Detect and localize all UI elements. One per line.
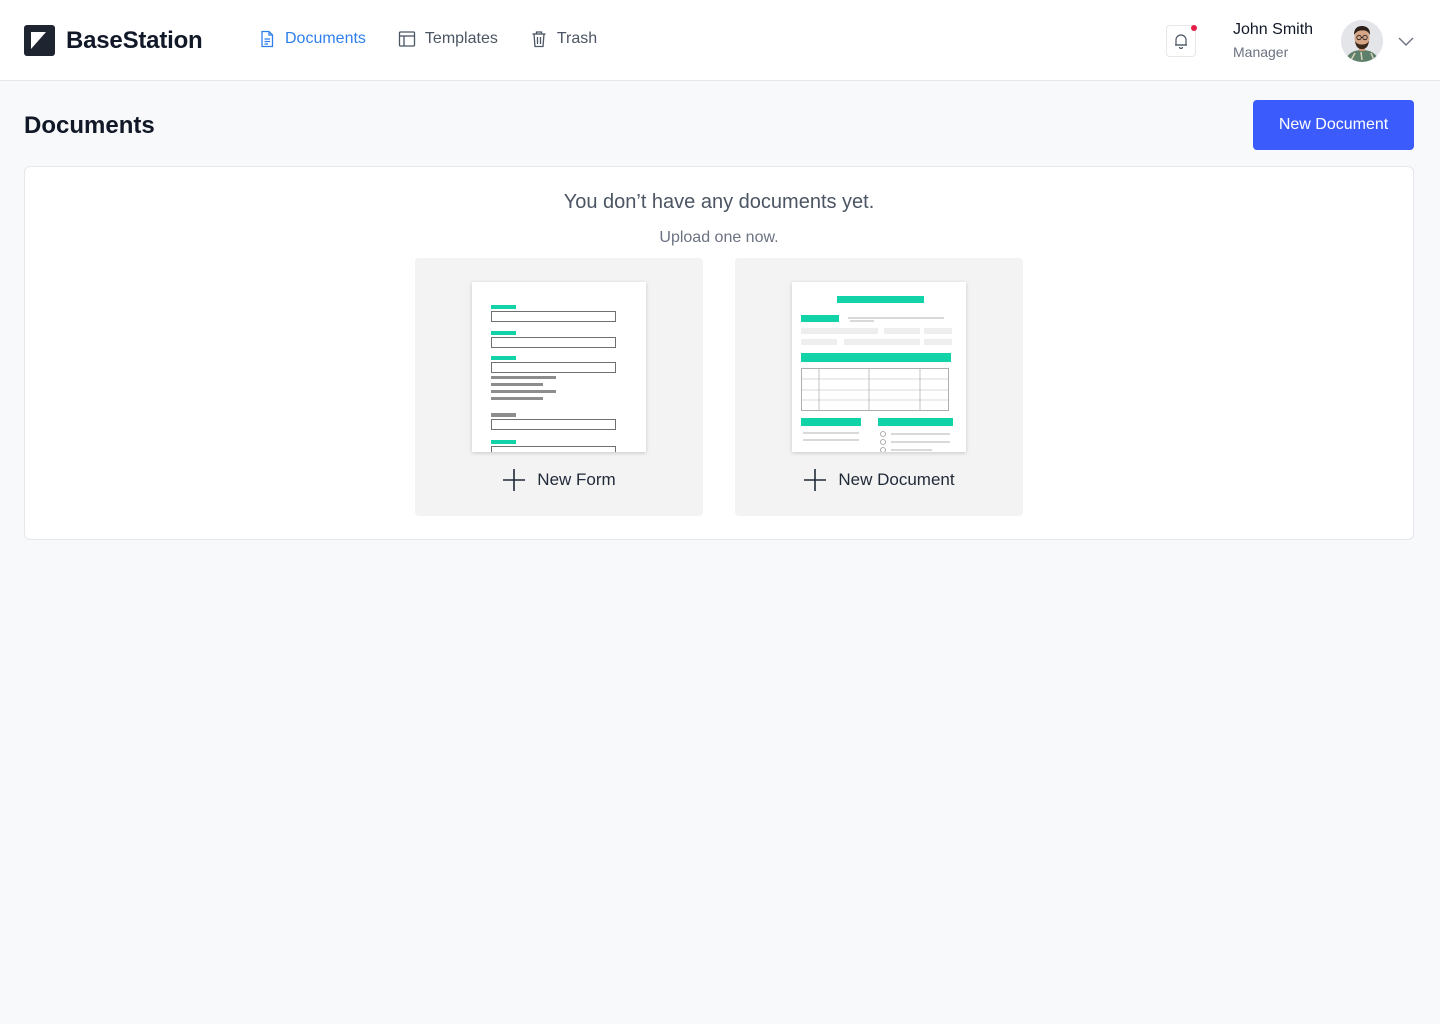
nav-item-documents[interactable]: Documents — [258, 30, 366, 48]
bell-icon — [1175, 34, 1187, 49]
documents-panel: You don’t have any documents yet. Upload… — [24, 166, 1414, 540]
nav-item-label: Templates — [424, 30, 498, 47]
new-form-action[interactable]: New Form — [415, 468, 703, 492]
user-name: John Smith — [1233, 21, 1314, 38]
document-illustration — [801, 296, 953, 452]
user-avatar-icon — [1341, 20, 1383, 62]
nav-item-templates[interactable]: Templates — [398, 30, 498, 48]
plus-icon — [804, 469, 827, 491]
logo-icon — [24, 25, 55, 56]
page-title: Documents — [24, 112, 155, 139]
card-label: New Form — [537, 470, 616, 489]
notifications-button[interactable] — [1166, 25, 1197, 57]
empty-state-title: You don’t have any documents yet. — [563, 191, 875, 213]
empty-state-subtitle: Upload one now. — [659, 229, 779, 246]
new-form-card[interactable]: New Form — [415, 258, 703, 516]
nav-item-label: Documents — [285, 30, 366, 47]
nav-item-label: Trash — [556, 30, 598, 47]
card-label: New Document — [838, 470, 955, 489]
plus-icon — [503, 469, 526, 491]
trash-icon — [532, 31, 546, 48]
app-logo[interactable]: BaseStation — [24, 25, 203, 56]
form-preview-thumbnail — [472, 282, 646, 452]
new-document-card[interactable]: New Document — [735, 258, 1023, 516]
notification-badge — [1191, 25, 1197, 31]
app-name: BaseStation — [66, 26, 203, 54]
table-icon — [398, 31, 416, 47]
main-nav: Documents Templates Trash — [258, 30, 629, 48]
new-document-button[interactable]: New Document — [1253, 100, 1414, 150]
document-icon — [261, 30, 274, 48]
avatar[interactable] — [1341, 20, 1383, 62]
top-navigation-bar: BaseStation Documents Templates Trash Jo… — [0, 0, 1440, 81]
form-illustration — [491, 305, 616, 452]
user-role: Manager — [1233, 44, 1289, 60]
user-info[interactable]: John Smith Manager — [1233, 20, 1313, 61]
nav-item-trash[interactable]: Trash — [530, 30, 597, 48]
chevron-down-icon[interactable] — [1397, 32, 1415, 50]
document-preview-thumbnail — [792, 282, 966, 452]
new-document-action[interactable]: New Document — [735, 468, 1023, 492]
